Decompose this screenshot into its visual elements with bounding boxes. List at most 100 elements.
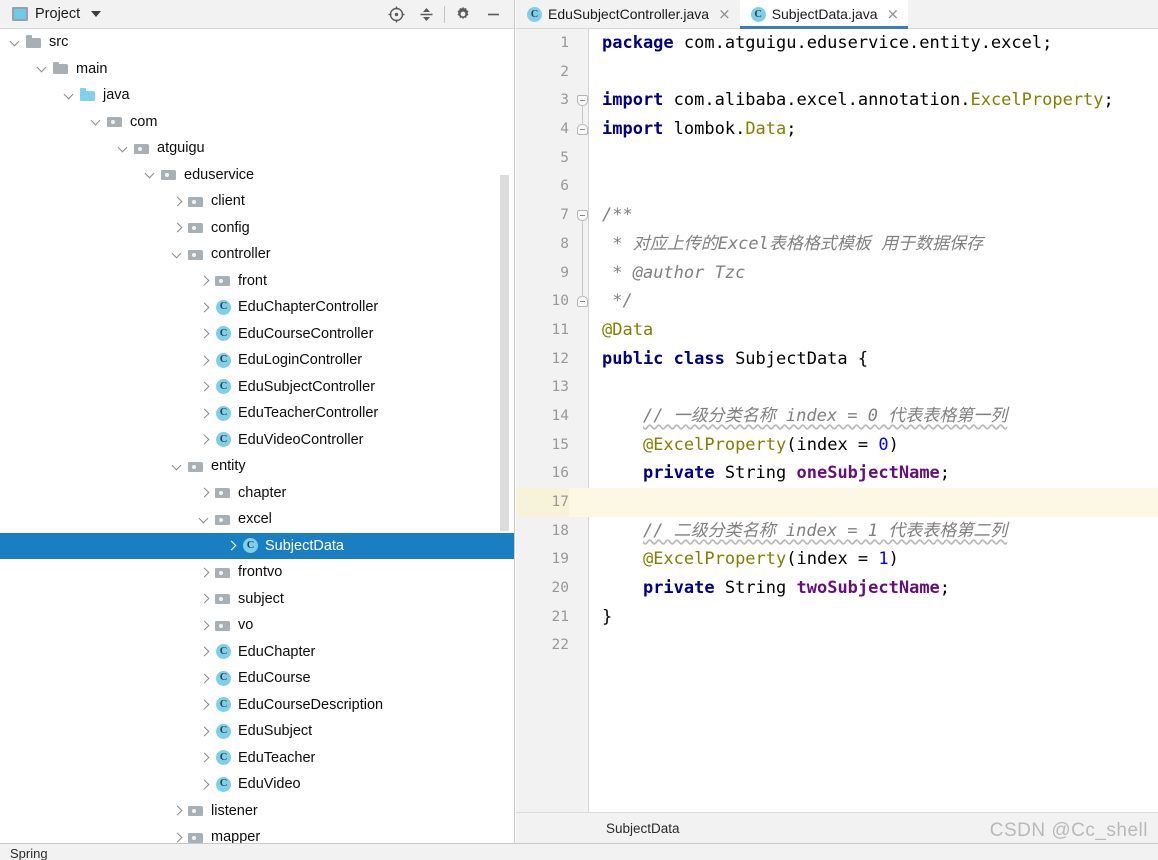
code-editor[interactable]: 1 package com.atguigu.eduservice.entity.e… xyxy=(516,29,1158,813)
tree-row[interactable]: chapter xyxy=(0,480,514,507)
chevron-right-icon[interactable] xyxy=(199,407,212,420)
code-line[interactable]: 5 xyxy=(516,144,1158,173)
chevron-right-icon[interactable] xyxy=(199,778,212,791)
code-line[interactable]: 13 xyxy=(516,373,1158,402)
locate-icon[interactable] xyxy=(381,0,411,28)
tree-row[interactable]: C EduVideo xyxy=(0,771,514,798)
tree-row[interactable]: subject xyxy=(0,586,514,613)
code-line[interactable]: 10 */ xyxy=(516,287,1158,316)
chevron-down-icon[interactable] xyxy=(36,62,50,75)
tree-row-selected[interactable]: C SubjectData xyxy=(0,532,514,559)
code-line[interactable]: 18 // 二级分类名称 index = 1 代表表格第二列 xyxy=(516,517,1158,546)
tree-row[interactable]: entity xyxy=(0,453,514,480)
close-icon[interactable]: × xyxy=(887,6,900,22)
close-icon[interactable]: × xyxy=(718,6,731,22)
fold-end-icon[interactable] xyxy=(577,296,588,308)
collapse-all-icon[interactable] xyxy=(411,0,441,28)
chevron-right-icon[interactable] xyxy=(172,221,185,234)
code-line[interactable]: 4 import lombok.Data; xyxy=(516,115,1158,144)
code-line[interactable]: 19 @ExcelProperty(index = 1) xyxy=(516,545,1158,574)
project-tree-scrollbar[interactable] xyxy=(500,175,509,531)
code-line[interactable]: 11 @Data xyxy=(516,316,1158,345)
tree-row[interactable]: mapper xyxy=(0,824,514,843)
chevron-right-icon[interactable] xyxy=(199,380,212,393)
chevron-right-icon[interactable] xyxy=(199,619,212,632)
chevron-down-icon[interactable] xyxy=(171,460,185,473)
breadcrumb[interactable]: SubjectData xyxy=(516,821,680,836)
chevron-down-icon[interactable] xyxy=(63,89,77,102)
chevron-right-icon[interactable] xyxy=(199,725,212,738)
tree-row[interactable]: front xyxy=(0,268,514,295)
code-line[interactable]: 8 * 对应上传的Excel表格格式模板 用于数据保存 xyxy=(516,230,1158,259)
code-line[interactable]: 15 @ExcelProperty(index = 0) xyxy=(516,431,1158,460)
chevron-down-icon[interactable] xyxy=(91,11,102,17)
chevron-down-icon[interactable] xyxy=(198,513,212,526)
code-line[interactable]: 12 public class SubjectData { xyxy=(516,345,1158,374)
code-line[interactable]: 22 xyxy=(516,631,1158,660)
chevron-right-icon[interactable] xyxy=(199,592,212,605)
code-line[interactable]: 3 import com.alibaba.excel.annotation.Exc… xyxy=(516,86,1158,115)
code-line[interactable]: 2 xyxy=(516,58,1158,87)
tree-row[interactable]: main xyxy=(0,56,514,83)
project-tree[interactable]: src main java com atguigu eduservice client con… xyxy=(0,29,514,843)
tree-row[interactable]: C EduChapterController xyxy=(0,294,514,321)
chevron-down-icon[interactable] xyxy=(144,168,158,181)
tree-row[interactable]: C EduCourseDescription xyxy=(0,692,514,719)
code-line[interactable]: 9 * @author Tzc xyxy=(516,259,1158,288)
tree-row[interactable]: C EduSubject xyxy=(0,718,514,745)
tree-row[interactable]: vo xyxy=(0,612,514,639)
code-line[interactable]: 1 package com.atguigu.eduservice.entity.e… xyxy=(516,29,1158,58)
chevron-right-icon[interactable] xyxy=(199,486,212,499)
tree-row[interactable]: src xyxy=(0,29,514,56)
tree-row[interactable]: C EduCourse xyxy=(0,665,514,692)
chevron-down-icon[interactable] xyxy=(90,115,104,128)
tree-row[interactable]: client xyxy=(0,188,514,215)
chevron-right-icon[interactable] xyxy=(199,301,212,314)
chevron-right-icon[interactable] xyxy=(172,804,185,817)
tree-row[interactable]: C EduCourseController xyxy=(0,321,514,348)
tree-row[interactable]: atguigu xyxy=(0,135,514,162)
chevron-right-icon[interactable] xyxy=(199,274,212,287)
chevron-right-icon[interactable] xyxy=(199,698,212,711)
tree-row[interactable]: frontvo xyxy=(0,559,514,586)
chevron-down-icon[interactable] xyxy=(117,142,131,155)
fold-end-icon[interactable] xyxy=(577,124,588,136)
chevron-right-icon[interactable] xyxy=(199,327,212,340)
chevron-right-icon[interactable] xyxy=(199,751,212,764)
code-line-current[interactable]: 17 xyxy=(516,488,1158,517)
code-line[interactable]: 14 // 一级分类名称 index = 0 代表表格第一列 xyxy=(516,402,1158,431)
chevron-down-icon[interactable] xyxy=(171,248,185,261)
chevron-right-icon[interactable] xyxy=(199,566,212,579)
chevron-right-icon[interactable] xyxy=(199,645,212,658)
editor-tab[interactable]: C SubjectData.java × xyxy=(739,0,909,29)
chevron-right-icon[interactable] xyxy=(226,539,239,552)
tree-row[interactable]: eduservice xyxy=(0,162,514,189)
code-line[interactable]: 20 private String twoSubjectName; xyxy=(516,574,1158,603)
chevron-right-icon[interactable] xyxy=(172,831,185,843)
editor-tab[interactable]: C EduSubjectController.java × xyxy=(516,0,740,28)
code-line[interactable]: 6 xyxy=(516,172,1158,201)
settings-gear-icon[interactable] xyxy=(448,0,478,28)
tree-row[interactable]: C EduTeacher xyxy=(0,745,514,772)
tree-row[interactable]: C EduTeacherController xyxy=(0,400,514,427)
code-line[interactable]: 21} xyxy=(516,603,1158,632)
chevron-right-icon[interactable] xyxy=(199,672,212,685)
tree-row[interactable]: config xyxy=(0,215,514,242)
project-title-group[interactable]: Project xyxy=(0,6,102,22)
tree-row[interactable]: controller xyxy=(0,241,514,268)
tree-row[interactable]: C EduLoginController xyxy=(0,347,514,374)
chevron-right-icon[interactable] xyxy=(199,433,212,446)
code-line[interactable]: 16 private String oneSubjectName; xyxy=(516,459,1158,488)
tree-row[interactable]: java xyxy=(0,82,514,109)
tree-row[interactable]: excel xyxy=(0,506,514,533)
tree-row[interactable]: C EduSubjectController xyxy=(0,374,514,401)
tree-row[interactable]: C EduVideoController xyxy=(0,427,514,454)
chevron-right-icon[interactable] xyxy=(199,354,212,367)
tree-row[interactable]: C EduChapter xyxy=(0,639,514,666)
code-line[interactable]: 7 /** xyxy=(516,201,1158,230)
tree-row[interactable]: listener xyxy=(0,798,514,825)
hide-panel-icon[interactable] xyxy=(478,0,508,28)
chevron-down-icon[interactable] xyxy=(9,36,23,49)
tree-row[interactable]: com xyxy=(0,109,514,136)
chevron-right-icon[interactable] xyxy=(172,195,185,208)
